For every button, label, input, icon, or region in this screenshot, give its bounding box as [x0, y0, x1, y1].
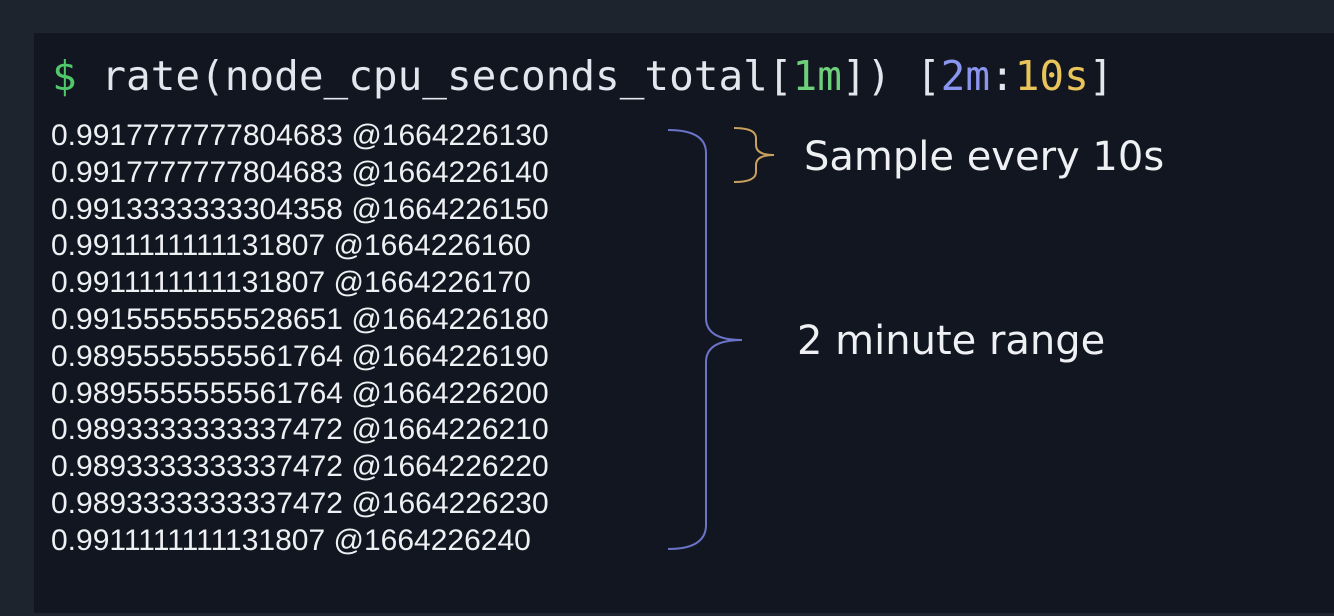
range-brace	[667, 129, 743, 550]
terminal-window: $ rate(node_cpu_seconds_total[1m]) [2m:1…	[34, 33, 1334, 613]
brace-layer	[667, 127, 775, 550]
sample-interval-brace	[733, 127, 775, 183]
sample-interval-label: Sample every 10s	[804, 134, 1165, 180]
range-label: 2 minute range	[797, 318, 1106, 364]
